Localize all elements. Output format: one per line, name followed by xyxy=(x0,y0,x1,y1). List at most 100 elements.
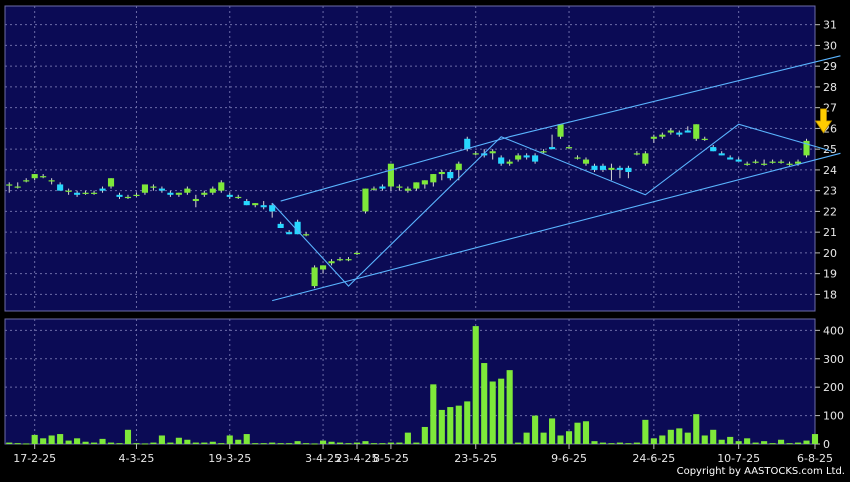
candle-body xyxy=(786,163,793,165)
volume-bar xyxy=(353,442,361,444)
volume-bar xyxy=(803,440,810,444)
price-tick-label: 22 xyxy=(823,205,837,218)
candle-body xyxy=(744,163,751,165)
candle-body xyxy=(48,180,55,182)
candle-body xyxy=(498,157,505,164)
candle-body xyxy=(235,196,242,199)
candle-body xyxy=(362,188,369,212)
volume-bar xyxy=(14,443,21,445)
candle-body xyxy=(353,252,361,255)
volume-bar xyxy=(591,441,598,444)
volume-bar xyxy=(616,442,623,444)
candle-body xyxy=(693,124,700,139)
candle-body xyxy=(158,188,165,191)
candle-body xyxy=(727,157,734,160)
date-tick-label: 6-8-25 xyxy=(797,452,833,465)
candle-body xyxy=(328,261,335,264)
candle-body xyxy=(710,147,717,152)
volume-bar xyxy=(481,363,488,444)
volume-bar xyxy=(243,434,250,444)
volume-bar xyxy=(23,443,30,445)
volume-bar xyxy=(778,439,785,444)
price-tick-label: 30 xyxy=(823,39,837,52)
volume-bar xyxy=(684,432,691,444)
candle-body xyxy=(540,151,547,153)
candle-body xyxy=(523,155,530,158)
volume-bar xyxy=(235,439,242,444)
volume-bar xyxy=(141,443,149,445)
stock-chart: 18 19 20 21 22 23 24 25 26 27 28 29 30 31 0 100 200 300 4… xyxy=(0,0,850,478)
volume-bar xyxy=(430,384,437,444)
candle-body xyxy=(701,138,708,140)
candle-body xyxy=(532,155,539,162)
volume-bar xyxy=(515,442,522,444)
date-tick-label: 19-3-25 xyxy=(208,452,251,465)
volume-bar xyxy=(472,326,479,444)
volume-bar xyxy=(413,442,420,444)
candle-body xyxy=(752,161,759,163)
candle-body xyxy=(6,184,13,186)
candle-body xyxy=(438,171,445,175)
candle-body xyxy=(370,188,378,190)
volume-bar xyxy=(693,414,700,444)
price-tick-label: 19 xyxy=(823,268,837,281)
candle-body xyxy=(57,184,64,191)
price-tick-label: 23 xyxy=(823,185,837,198)
candle-body xyxy=(396,186,403,188)
candle-body xyxy=(124,196,132,199)
candle-body xyxy=(99,188,106,191)
volume-bar xyxy=(506,370,513,444)
volume-tick-label: 0 xyxy=(823,438,830,451)
volume-bar xyxy=(633,442,640,444)
candle-body xyxy=(311,267,318,287)
volume-bar xyxy=(328,441,335,444)
volume-axis-ticks: 0 100 200 300 400 xyxy=(815,324,844,451)
candle-body xyxy=(684,130,691,133)
price-tick-label: 24 xyxy=(823,164,837,177)
volume-bar xyxy=(396,442,403,444)
volume-bar xyxy=(498,378,505,444)
volume-bar xyxy=(311,443,318,445)
volume-bar xyxy=(718,439,725,444)
candle-body xyxy=(676,132,683,135)
candle-body xyxy=(243,201,250,206)
date-tick-label: 23-5-25 xyxy=(454,452,497,465)
candle xyxy=(642,151,649,166)
candle-body xyxy=(218,182,225,191)
price-tick-label: 21 xyxy=(823,226,837,239)
candle-body xyxy=(226,194,233,197)
volume-bar xyxy=(727,436,734,444)
volume-bar xyxy=(794,442,802,444)
volume-bar xyxy=(565,431,573,444)
volume-bar xyxy=(150,442,157,444)
volume-bar xyxy=(303,443,310,445)
volume-bar xyxy=(625,443,632,445)
volume-bar xyxy=(286,443,293,445)
volume-bar xyxy=(6,442,13,444)
volume-bar xyxy=(48,435,55,444)
volume-bar xyxy=(192,442,199,444)
volume-bar xyxy=(201,442,208,444)
candle-body xyxy=(303,234,310,236)
volume-bar xyxy=(447,407,454,444)
candle-body xyxy=(472,153,479,155)
volume-bar xyxy=(549,418,556,444)
price-tick-label: 18 xyxy=(823,288,837,301)
volume-bar xyxy=(57,434,64,444)
candle-body xyxy=(625,167,632,172)
volume-bar xyxy=(260,443,267,445)
volume-bar xyxy=(752,442,759,444)
candle-body xyxy=(260,205,267,208)
candle xyxy=(803,138,810,158)
volume-bar xyxy=(608,443,615,445)
candle xyxy=(311,265,318,289)
candle-body xyxy=(82,192,89,194)
volume-bar xyxy=(769,443,776,445)
volume-tick-label: 400 xyxy=(823,324,844,337)
candle-body xyxy=(430,174,437,183)
candle-body xyxy=(599,165,607,170)
candle-body xyxy=(320,265,327,270)
candle xyxy=(294,219,301,235)
volume-bar xyxy=(404,432,411,444)
volume-bar xyxy=(582,421,590,444)
